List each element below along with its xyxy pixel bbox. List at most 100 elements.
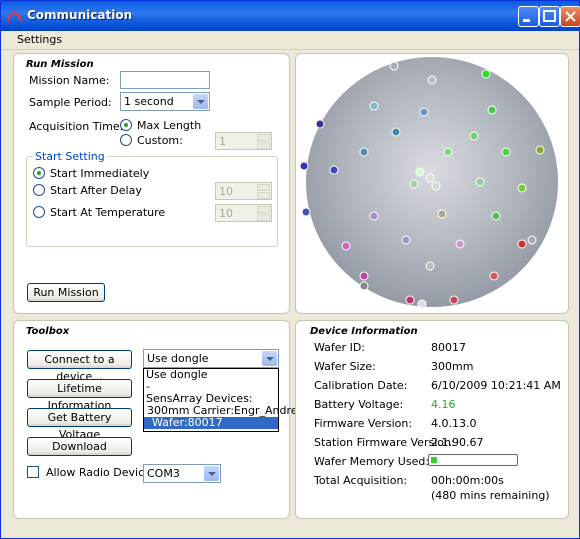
dongle-select[interactable]: Use dongle — [143, 349, 279, 368]
sensor-marker — [415, 167, 425, 177]
title-bar[interactable]: Communication — [1, 1, 580, 31]
start-at-temperature-radio[interactable] — [33, 206, 45, 218]
custom-stepper[interactable]: 1 — [215, 132, 272, 150]
start-setting-title: Start Setting — [33, 150, 107, 163]
calibration-date-value: 6/10/2009 10:21:41 AM — [431, 379, 561, 392]
sensor-marker — [341, 241, 351, 251]
wafer-size-label: Wafer Size: — [314, 360, 376, 373]
battery-voltage-label: Battery Voltage: — [314, 398, 404, 411]
firmware-version-value: 4.0.13.0 — [431, 417, 477, 430]
sensor-marker — [359, 147, 369, 157]
sensor-marker — [425, 173, 435, 183]
toolbox-panel: Toolbox Connect to a device... Lifetime … — [13, 320, 307, 519]
sensor-marker — [501, 147, 511, 157]
mission-name-input[interactable] — [120, 71, 210, 89]
max-length-radio[interactable] — [120, 119, 132, 131]
wafer-size-value: 300mm — [431, 360, 474, 373]
sensor-marker — [481, 69, 491, 79]
wafer-id-value: 80017 — [431, 341, 466, 354]
device-information-panel: Device Information Wafer ID: 80017 Wafer… — [295, 320, 569, 519]
total-acquisition-value: 00h:00m:00s — [431, 474, 504, 487]
sensor-marker — [389, 61, 399, 71]
maximize-button[interactable] — [539, 6, 560, 27]
firmware-version-label: Firmware Version: — [314, 417, 413, 430]
run-mission-button[interactable]: Run Mission — [27, 283, 105, 302]
max-length-label: Max Length — [137, 119, 202, 132]
minimize-button[interactable] — [518, 6, 539, 27]
sensor-marker — [491, 211, 501, 221]
temperature-value: 10 — [219, 207, 233, 220]
get-battery-voltage-button[interactable]: Get Battery Voltage — [27, 408, 132, 441]
delay-value: 10 — [219, 185, 233, 198]
sensor-marker — [527, 235, 537, 245]
chevron-down-icon[interactable] — [193, 94, 208, 109]
connect-device-button[interactable]: Connect to a device... — [27, 350, 132, 383]
station-firmware-version-value: 2.1.90.67 — [431, 436, 484, 449]
sensor-marker — [443, 147, 453, 157]
delay-stepper[interactable]: 10 — [215, 182, 272, 200]
wafer-memory-used-label: Wafer Memory Used: — [314, 455, 430, 468]
app-icon — [7, 12, 23, 23]
close-icon — [565, 11, 576, 22]
dongle-option[interactable]: Use dongle — [144, 369, 278, 381]
dongle-option[interactable]: Wafer:80017 — [144, 417, 278, 429]
sensor-marker — [431, 181, 441, 191]
sensor-marker — [369, 101, 379, 111]
allow-radio-checkbox[interactable] — [27, 466, 39, 478]
sensor-marker — [535, 145, 545, 155]
start-after-delay-radio[interactable] — [33, 184, 45, 196]
menu-bar: Settings — [1, 31, 579, 50]
com-port-select[interactable]: COM3 — [143, 464, 221, 483]
sensor-marker — [301, 207, 311, 217]
sample-period-select[interactable]: 1 second — [120, 92, 210, 111]
communication-window: Communication Settings Run Mission Missi… — [0, 0, 580, 539]
calibration-date-label: Calibration Date: — [314, 379, 408, 392]
delay-spinner[interactable] — [257, 184, 270, 200]
battery-voltage-value: 4.16 — [431, 398, 456, 411]
wafer-memory-progress-fill — [431, 457, 437, 463]
sensor-marker — [419, 107, 429, 117]
toolbox-title: Toolbox — [26, 326, 70, 337]
temperature-spinner[interactable] — [257, 206, 270, 222]
com-port-value: COM3 — [147, 467, 180, 480]
download-button[interactable]: Download — [27, 437, 132, 456]
chevron-down-icon[interactable] — [262, 351, 277, 366]
device-information-title: Device Information — [310, 326, 418, 337]
custom-label: Custom: — [137, 134, 183, 147]
sensor-marker — [359, 281, 369, 291]
mission-name-label: Mission Name: — [29, 74, 110, 87]
allow-radio-label: Allow Radio Device — [46, 466, 151, 479]
sensor-marker — [489, 271, 499, 281]
wafer-map — [299, 57, 558, 309]
acquisition-time-label: Acquisition Time: — [29, 120, 124, 133]
sensor-marker — [517, 239, 527, 249]
dongle-dropdown-list: Use dongle - SensArray Devices: 300mm Ca… — [143, 368, 307, 432]
start-immediately-radio[interactable] — [33, 167, 45, 179]
sensor-marker — [427, 75, 437, 85]
start-setting-group: Start Setting Start Immediately Start Af… — [26, 150, 278, 247]
maximize-icon — [543, 10, 556, 22]
sample-period-label: Sample Period: — [29, 96, 112, 109]
sensor-marker — [359, 271, 369, 281]
sensor-marker — [425, 261, 435, 271]
minimize-icon — [523, 19, 530, 22]
total-acquisition-label: Total Acquisition: — [314, 474, 408, 487]
wafer-id-label: Wafer ID: — [314, 341, 365, 354]
window-title: Communication — [27, 8, 133, 22]
sensor-marker — [455, 239, 465, 249]
sensor-marker — [391, 127, 401, 137]
chevron-down-icon[interactable] — [204, 466, 219, 481]
sensor-marker — [517, 183, 527, 193]
close-button[interactable] — [560, 6, 580, 27]
custom-spinner[interactable] — [257, 134, 270, 150]
sensor-marker — [369, 211, 379, 221]
sensor-marker — [329, 165, 339, 175]
custom-value: 1 — [219, 135, 226, 148]
custom-radio[interactable] — [120, 134, 132, 146]
menu-settings[interactable]: Settings — [17, 33, 62, 46]
temperature-stepper[interactable]: 10 — [215, 204, 272, 222]
remaining-time: (480 mins remaining) — [431, 489, 550, 502]
dongle-value: Use dongle — [147, 352, 209, 365]
lifetime-information-button[interactable]: Lifetime Information — [27, 379, 132, 412]
sensor-marker — [409, 179, 419, 189]
